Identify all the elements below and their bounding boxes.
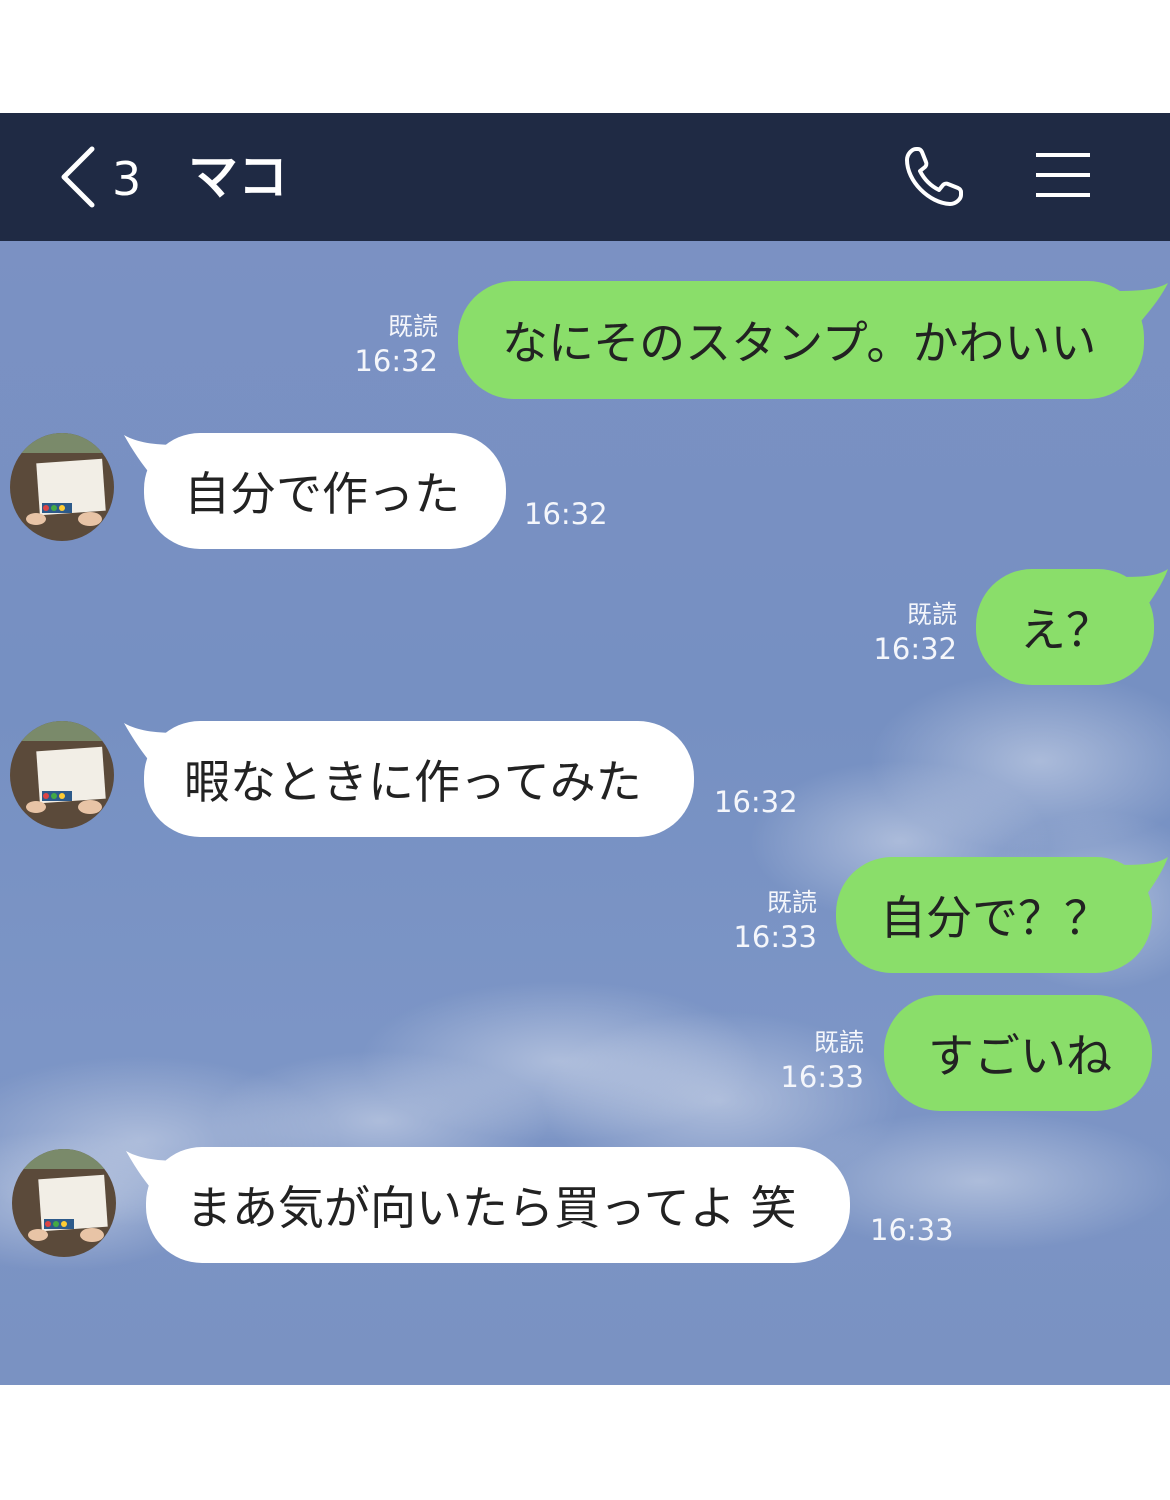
avatar-image	[10, 433, 114, 541]
message-text: え？	[1020, 603, 1112, 657]
message-timestamp: 16:32	[714, 784, 798, 820]
avatar[interactable]	[12, 1149, 116, 1257]
message-list[interactable]: 既読 16:32 なにそのスタンプ。かわいい 自分で作った 16:32 既読 1…	[0, 241, 1170, 1385]
phone-icon[interactable]	[902, 143, 966, 209]
read-receipt: 既読	[906, 600, 957, 629]
time-label: 16:32	[714, 785, 798, 819]
unread-count[interactable]: 3	[112, 151, 141, 207]
message-text: 暇なときに作ってみた	[184, 755, 642, 809]
chevron-left-icon[interactable]	[58, 145, 100, 209]
message-bubble-sent[interactable]: 自分で？？	[836, 857, 1152, 973]
avatar[interactable]	[10, 433, 114, 541]
message-timestamp: 16:32	[524, 496, 608, 532]
chat-screen: 3 マコ 既読 16:32 なにそのスタンプ。かわいい 自分で作った 16:32…	[0, 113, 1170, 1385]
message-timestamp: 16:33	[870, 1212, 954, 1248]
avatar-image	[12, 1149, 116, 1257]
message-text: すごいね	[928, 1029, 1112, 1083]
message-text: なにそのスタンプ。かわいい	[502, 316, 1097, 370]
bubble-tail	[1118, 569, 1168, 613]
avatar-image	[10, 721, 114, 829]
contact-name: マコ	[188, 148, 288, 206]
chat-header: 3 マコ	[0, 113, 1170, 241]
message-text: 自分で？？	[880, 891, 1110, 945]
time-label: 16:33	[733, 920, 817, 954]
bubble-tail	[1108, 283, 1168, 327]
message-timestamp: 既読 16:33	[780, 1027, 864, 1095]
message-bubble-sent[interactable]: すごいね	[884, 995, 1152, 1111]
bubble-tail	[1116, 857, 1168, 901]
time-label: 16:32	[873, 632, 957, 666]
time-label: 16:32	[354, 344, 438, 378]
read-receipt: 既読	[387, 312, 438, 341]
avatar[interactable]	[10, 721, 114, 829]
message-bubble-received[interactable]: 暇なときに作ってみた	[144, 721, 694, 837]
message-timestamp: 既読 16:33	[733, 887, 817, 955]
message-bubble-sent[interactable]: なにそのスタンプ。かわいい	[458, 281, 1144, 399]
message-text: まあ気が向いたら買ってよ 笑	[186, 1181, 797, 1235]
read-receipt: 既読	[813, 1028, 864, 1057]
time-label: 16:32	[524, 497, 608, 531]
message-text: 自分で作った	[184, 467, 460, 521]
message-bubble-received[interactable]: 自分で作った	[144, 433, 506, 549]
read-receipt: 既読	[766, 888, 817, 917]
message-timestamp: 既読 16:32	[354, 311, 438, 379]
time-label: 16:33	[870, 1213, 954, 1247]
hamburger-menu-icon[interactable]	[1034, 151, 1092, 199]
time-label: 16:33	[780, 1060, 864, 1094]
message-bubble-received[interactable]: まあ気が向いたら買ってよ 笑	[146, 1147, 850, 1263]
message-timestamp: 既読 16:32	[873, 599, 957, 667]
